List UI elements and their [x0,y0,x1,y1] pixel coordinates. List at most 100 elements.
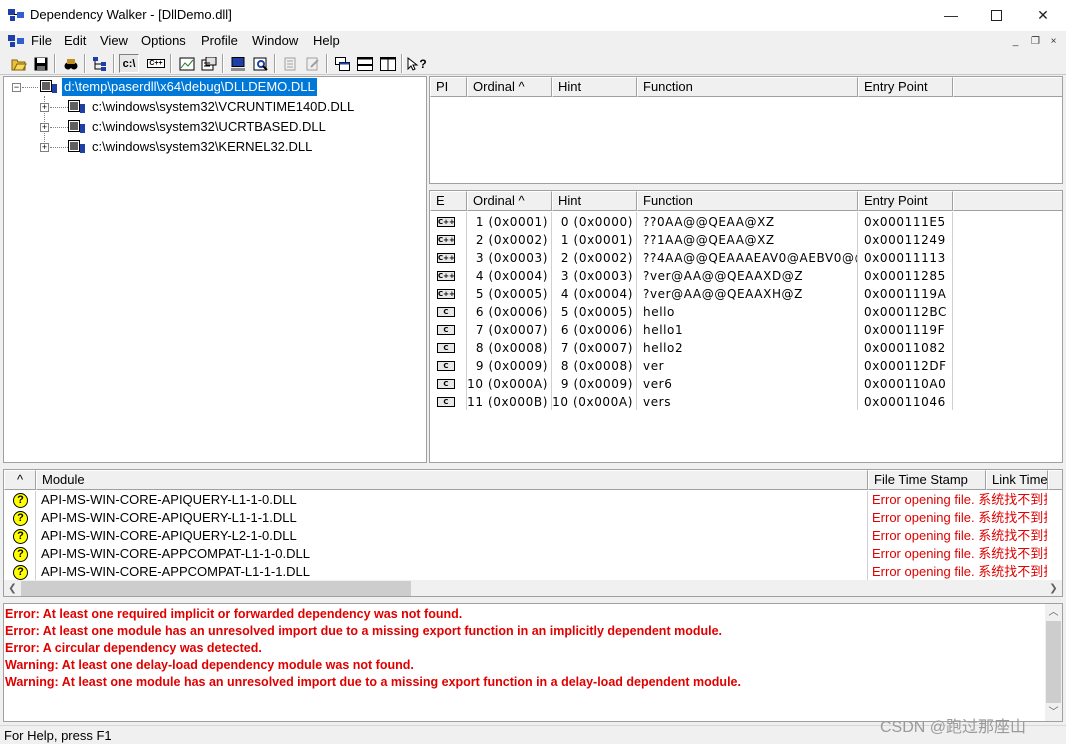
export-row[interactable]: C 10 (0x000A) 9 (0x0009) ver6 0x000110A0 [430,375,1062,393]
mdi-minimize-button[interactable]: _ [1007,33,1024,49]
column-header-entry-point[interactable]: Entry Point [858,191,953,211]
menu-profile[interactable]: Profile [201,33,238,48]
properties-button[interactable] [199,54,219,73]
column-header-module[interactable]: Module [36,470,868,490]
export-ordinal: 2 (0x0002) [475,233,548,247]
export-function: vers [643,395,672,409]
module-dependency-tree[interactable]: − d:\temp\paserdll\x64\debug\DLLDEMO.DLL… [3,76,427,463]
module-row[interactable]: ? API-MS-WIN-CORE-APIQUERY-L1-1-1.DLL Erro… [4,509,1062,527]
tree-root-module[interactable]: d:\temp\paserdll\x64\debug\DLLDEMO.DLL [62,78,317,96]
minimize-button[interactable]: — [928,0,974,31]
open-button[interactable] [9,54,29,73]
tree-child-module[interactable]: c:\windows\system32\UCRTBASED.DLL [92,118,326,136]
cascade-windows-icon [335,56,350,71]
export-row[interactable]: C 9 (0x0009) 8 (0x0008) ver 0x000112DF [430,357,1062,375]
export-entry-point: 0x000111E5 [864,215,946,229]
save-button[interactable] [31,54,51,73]
column-header-hint[interactable]: Hint [552,77,637,97]
tree-child-module[interactable]: c:\windows\system32\KERNEL32.DLL [92,138,312,156]
tree-child-module[interactable]: c:\windows\system32\VCRUNTIME140D.DLL [92,98,354,116]
export-ordinal: 7 (0x0007) [475,323,548,337]
scroll-down-icon[interactable]: ﹀ [1045,704,1062,721]
context-help-button[interactable]: ? [407,54,427,73]
export-row[interactable]: C++ 2 (0x0002) 1 (0x0001) ??1AA@@QEAA@XZ 0x0… [430,231,1062,249]
cpp-function-icon: C++ [437,217,455,227]
collapse-icon[interactable]: − [12,83,21,92]
export-row[interactable]: C 8 (0x0008) 7 (0x0007) hello2 0x00011082 [430,339,1062,357]
log-view[interactable]: Error: At least one required implicit or… [3,603,1063,722]
highlight-import-button[interactable] [281,54,301,73]
module-name: API-MS-WIN-CORE-APPCOMPAT-L1-1-1.DLL [41,564,310,579]
menu-options[interactable]: Options [141,33,186,48]
expand-icon[interactable]: + [40,143,49,152]
missing-module-icon: ? [13,493,28,508]
column-header-function[interactable]: Function [637,77,858,97]
export-row[interactable]: C 11 (0x000B) 10 (0x000A) vers 0x00011046 [430,393,1062,411]
export-hint: 4 (0x0004) [560,287,633,301]
magnifier-icon [253,57,268,71]
column-header-ordinal[interactable]: Ordinal ^ [467,191,552,211]
mdi-close-button[interactable]: × [1045,33,1062,49]
scrollbar-thumb[interactable] [21,581,411,596]
export-function: ??4AA@@QEAAAEAV0@AEBV0@@Z [643,251,857,265]
module-name: API-MS-WIN-CORE-APIQUERY-L2-1-0.DLL [41,528,297,543]
module-horizontal-scrollbar[interactable]: ❮ ❯ [4,580,1062,596]
column-header-entry-point[interactable]: Entry Point [858,77,953,97]
preview-button[interactable] [251,54,271,73]
export-row[interactable]: C 7 (0x0007) 6 (0x0006) hello1 0x0001119F [430,321,1062,339]
scroll-right-icon[interactable]: ❯ [1045,580,1062,596]
export-row[interactable]: C++ 5 (0x0005) 4 (0x0004) ?ver@AA@@QEAAXH@Z… [430,285,1062,303]
profile-button[interactable] [90,54,110,73]
menu-window[interactable]: Window [252,33,298,48]
column-header-hint[interactable]: Hint [552,191,637,211]
column-header-image[interactable]: ^ [4,470,36,490]
menu-view[interactable]: View [100,33,128,48]
scroll-left-icon[interactable]: ❮ [4,580,21,596]
menu-help[interactable]: Help [313,33,340,48]
cpp-function-icon: C++ [437,253,455,263]
export-ordinal: 8 (0x0008) [475,341,548,355]
export-row[interactable]: C++ 3 (0x0003) 2 (0x0002) ??4AA@@QEAAAEAV0@… [430,249,1062,267]
menu-edit[interactable]: Edit [64,33,86,48]
column-header-pi[interactable]: PI [430,77,467,97]
log-line: Error: At least one required implicit or… [5,607,463,621]
scrollbar-thumb[interactable] [1046,621,1061,703]
log-vertical-scrollbar[interactable]: ︿ ﹀ [1045,604,1062,721]
column-header-function[interactable]: Function [637,191,858,211]
tile-vertical-button[interactable] [378,54,398,73]
module-list[interactable]: ^ Module File Time Stamp Link Time ? API-… [3,469,1063,597]
column-header-e[interactable]: E [430,191,467,211]
module-row[interactable]: ? API-MS-WIN-CORE-APIQUERY-L1-1-0.DLL Erro… [4,491,1062,509]
find-button[interactable] [61,54,81,73]
parent-imports-list[interactable]: PI Ordinal ^ Hint Function Entry Point [429,76,1063,184]
export-row[interactable]: C++ 1 (0x0001) 0 (0x0000) ??0AA@@QEAA@XZ 0x0… [430,213,1062,231]
expand-icon[interactable]: + [40,123,49,132]
save-disk-icon [34,57,48,70]
maximize-button[interactable] [974,0,1020,31]
document-icon[interactable] [8,34,24,48]
exports-list[interactable]: E Ordinal ^ Hint Function Entry Point C+… [429,190,1063,463]
close-button[interactable]: ✕ [1020,0,1066,31]
module-row[interactable]: ? API-MS-WIN-CORE-APIQUERY-L2-1-0.DLL Erro… [4,527,1062,545]
highlight-module-button[interactable] [303,54,323,73]
expand-icon[interactable]: + [40,103,49,112]
c-function-icon: C [437,397,455,407]
mdi-restore-button[interactable]: ❐ [1027,33,1044,49]
module-row[interactable]: ? API-MS-WIN-CORE-APPCOMPAT-L1-1-1.DLL Err… [4,563,1062,581]
view-matching-button[interactable] [177,54,197,73]
column-header-link-time[interactable]: Link Time [986,470,1048,490]
export-hint: 3 (0x0003) [560,269,633,283]
cascade-button[interactable] [333,54,353,73]
tile-horizontal-button[interactable] [355,54,375,73]
full-paths-button[interactable]: c:\ [119,54,139,73]
menu-file[interactable]: File [31,33,52,48]
undecorate-cpp-button[interactable]: C++ [146,54,166,73]
system-info-button[interactable] [228,54,248,73]
tile-horizontal-icon [357,56,373,71]
column-header-file-time-stamp[interactable]: File Time Stamp [868,470,986,490]
column-header-ordinal[interactable]: Ordinal ^ [467,77,552,97]
scroll-up-icon[interactable]: ︿ [1045,604,1062,621]
module-row[interactable]: ? API-MS-WIN-CORE-APPCOMPAT-L1-1-0.DLL Err… [4,545,1062,563]
export-row[interactable]: C++ 4 (0x0004) 3 (0x0003) ?ver@AA@@QEAAXD@Z… [430,267,1062,285]
export-row[interactable]: C 6 (0x0006) 5 (0x0005) hello 0x000112BC [430,303,1062,321]
